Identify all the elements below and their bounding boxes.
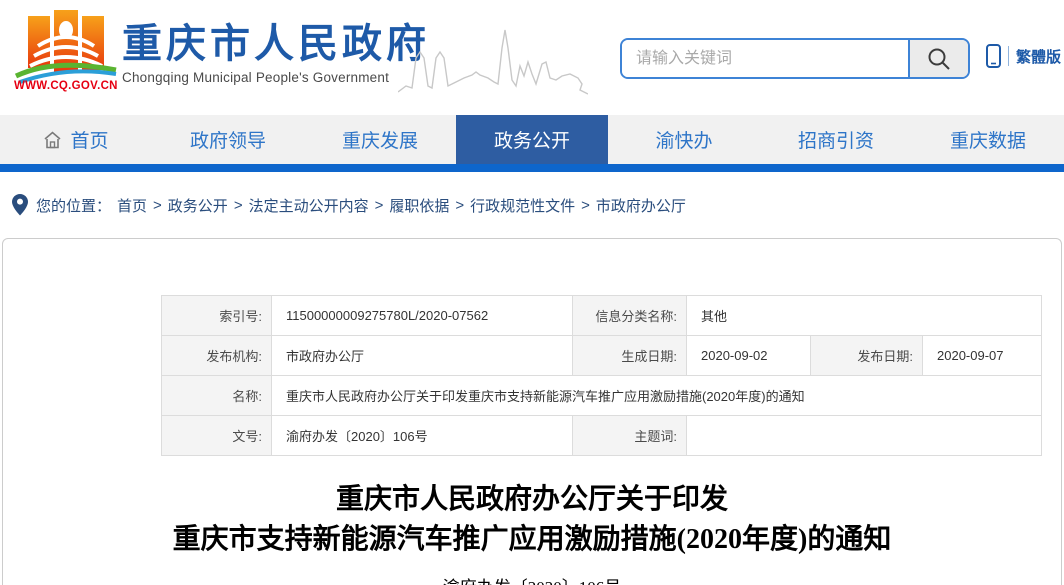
nav-item-gov-info-disclosure[interactable]: 政务公开 bbox=[456, 115, 608, 164]
category-label: 信息分类名称: bbox=[573, 296, 687, 336]
document-title-block: 重庆市人民政府办公厅关于印发 重庆市支持新能源汽车推广应用激励措施(2020年度… bbox=[3, 480, 1061, 585]
logo-site-url: WWW.CQ.GOV.CN bbox=[14, 80, 124, 92]
nav-item-home[interactable]: 首页 bbox=[0, 115, 152, 164]
create-date-value: 2020-09-02 bbox=[687, 336, 811, 376]
nav-label: 重庆发展 bbox=[342, 126, 418, 153]
breadcrumb: 您的位置： 首页 > 政务公开 > 法定主动公开内容 > 履职依据 > 行政规范… bbox=[0, 172, 1064, 238]
doc-number-value: 渝府办发〔2020〕106号 bbox=[272, 416, 573, 456]
nav-label: 政务公开 bbox=[494, 126, 570, 153]
site-subtitle: Chongqing Municipal People's Government bbox=[122, 70, 430, 85]
location-pin-icon bbox=[12, 194, 28, 216]
nav-label: 渝快办 bbox=[655, 126, 712, 153]
doc-name-label: 名称: bbox=[162, 376, 272, 416]
publish-date-value: 2020-09-07 bbox=[923, 336, 1042, 376]
breadcrumb-item-disclosure[interactable]: 政务公开 bbox=[168, 195, 228, 216]
nav-accent-bar bbox=[0, 164, 1064, 172]
page: WWW.CQ.GOV.CN 重庆市人民政府 Chongqing Municipa… bbox=[0, 0, 1064, 585]
content-card: 索引号: 11500000009275780L/2020-07562 信息分类名… bbox=[2, 238, 1062, 585]
nav-item-chongqing-data[interactable]: 重庆数据 bbox=[912, 115, 1064, 164]
site-logo[interactable]: WWW.CQ.GOV.CN bbox=[14, 8, 124, 92]
nav-label: 重庆数据 bbox=[950, 126, 1026, 153]
breadcrumb-separator: > bbox=[234, 197, 243, 214]
nav-label: 政府领导 bbox=[190, 126, 266, 153]
breadcrumb-separator: > bbox=[455, 197, 464, 214]
breadcrumb-item-duty-basis[interactable]: 履职依据 bbox=[389, 195, 449, 216]
index-number-value: 11500000009275780L/2020-07562 bbox=[272, 296, 573, 336]
publisher-value: 市政府办公厅 bbox=[272, 336, 573, 376]
breadcrumb-separator: > bbox=[375, 197, 384, 214]
document-meta-table: 索引号: 11500000009275780L/2020-07562 信息分类名… bbox=[161, 295, 1042, 456]
keywords-label: 主题词: bbox=[573, 416, 687, 456]
breadcrumb-item-home[interactable]: 首页 bbox=[117, 195, 147, 216]
skyline-graphic bbox=[398, 18, 588, 100]
site-title[interactable]: 重庆市人民政府 bbox=[122, 22, 430, 66]
table-row: 文号: 渝府办发〔2020〕106号 主题词: bbox=[162, 416, 1042, 456]
create-date-label: 生成日期: bbox=[573, 336, 687, 376]
publisher-label: 发布机构: bbox=[162, 336, 272, 376]
table-row: 名称: 重庆市人民政府办公厅关于印发重庆市支持新能源汽车推广应用激励措施(202… bbox=[162, 376, 1042, 416]
breadcrumb-item-statutory-content[interactable]: 法定主动公开内容 bbox=[249, 195, 369, 216]
search-icon bbox=[926, 46, 952, 72]
doc-number-label: 文号: bbox=[162, 416, 272, 456]
search-button[interactable] bbox=[908, 40, 968, 77]
table-row: 发布机构: 市政府办公厅 生成日期: 2020-09-02 发布日期: 2020… bbox=[162, 336, 1042, 376]
breadcrumb-item-gov-office[interactable]: 市政府办公厅 bbox=[596, 195, 686, 216]
main-nav: 首页 政府领导 重庆发展 政务公开 渝快办 招商引资 重庆数据 bbox=[0, 115, 1064, 164]
divider bbox=[1008, 46, 1009, 66]
table-row: 索引号: 11500000009275780L/2020-07562 信息分类名… bbox=[162, 296, 1042, 336]
home-icon bbox=[43, 131, 62, 149]
nav-label: 招商引资 bbox=[798, 126, 874, 153]
breadcrumb-separator: > bbox=[153, 197, 162, 214]
keywords-value bbox=[687, 416, 1042, 456]
site-header: WWW.CQ.GOV.CN 重庆市人民政府 Chongqing Municipa… bbox=[0, 0, 1064, 115]
breadcrumb-item-normative-docs[interactable]: 行政规范性文件 bbox=[470, 195, 575, 216]
index-number-label: 索引号: bbox=[162, 296, 272, 336]
language-block: 繁體版 bbox=[986, 44, 1061, 68]
traditional-version-link[interactable]: 繁體版 bbox=[1016, 46, 1061, 67]
document-title-line1: 重庆市人民政府办公厅关于印发 bbox=[3, 480, 1061, 520]
mobile-icon[interactable] bbox=[986, 44, 1001, 68]
site-title-block: 重庆市人民政府 Chongqing Municipal People's Gov… bbox=[122, 22, 430, 85]
search-box bbox=[620, 38, 970, 79]
nav-item-yukuaiban[interactable]: 渝快办 bbox=[608, 115, 760, 164]
publish-date-label: 发布日期: bbox=[811, 336, 923, 376]
breadcrumb-prefix: 您的位置： bbox=[36, 195, 111, 216]
category-value: 其他 bbox=[687, 296, 1042, 336]
doc-name-value: 重庆市人民政府办公厅关于印发重庆市支持新能源汽车推广应用激励措施(2020年度)… bbox=[272, 376, 1042, 416]
breadcrumb-separator: > bbox=[581, 197, 590, 214]
nav-item-chongqing-development[interactable]: 重庆发展 bbox=[304, 115, 456, 164]
search-input[interactable] bbox=[622, 40, 908, 77]
nav-item-gov-leaders[interactable]: 政府领导 bbox=[152, 115, 304, 164]
document-title-line2: 重庆市支持新能源汽车推广应用激励措施(2020年度)的通知 bbox=[3, 520, 1061, 560]
nav-label: 首页 bbox=[70, 126, 108, 153]
nav-item-investment[interactable]: 招商引资 bbox=[760, 115, 912, 164]
document-number: 渝府办发〔2020〕106号 bbox=[3, 573, 1061, 585]
